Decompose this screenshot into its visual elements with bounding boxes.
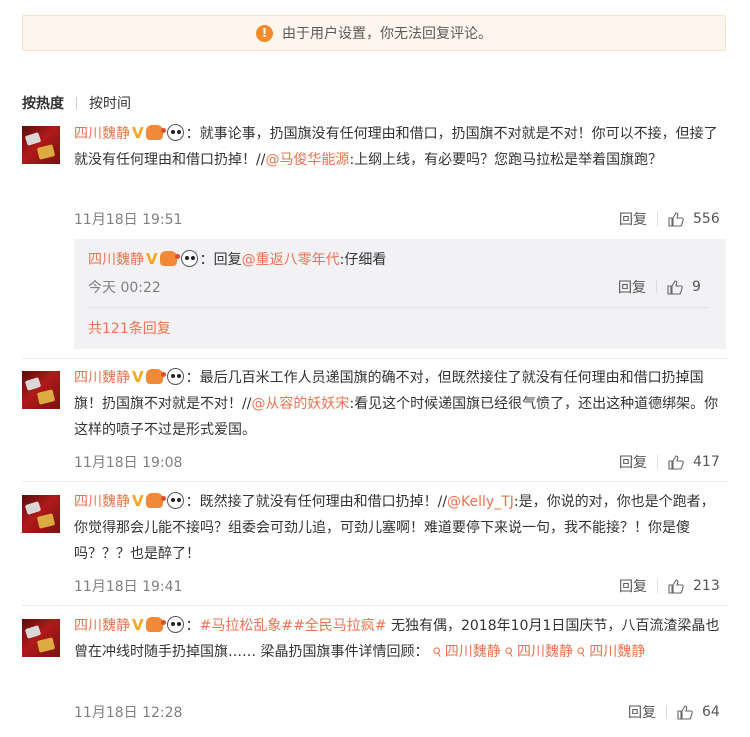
panda-icon: [166, 368, 184, 385]
mention-link[interactable]: @从容的妖妖宋: [251, 396, 349, 412]
like-count: 64: [702, 704, 720, 720]
sort-divider: [76, 96, 77, 110]
user-link[interactable]: 四川魏静: [517, 644, 573, 660]
comment-time: 11月18日 19:08: [74, 455, 183, 471]
username-link[interactable]: 四川魏静: [74, 494, 130, 510]
verified-icon: V: [146, 250, 158, 268]
like-count: 556: [693, 211, 720, 227]
like-count: 9: [692, 279, 701, 295]
like-icon[interactable]: [668, 578, 684, 594]
avatar[interactable]: [22, 619, 60, 657]
avatar[interactable]: [22, 126, 60, 164]
topic-link[interactable]: #全民马拉疯#: [293, 618, 386, 634]
like-icon[interactable]: [668, 454, 684, 470]
reply-button[interactable]: 回复: [619, 576, 647, 596]
verified-icon: V: [132, 124, 144, 142]
badge-icon: [145, 125, 166, 140]
comment-text: 四川魏静 V ：就事论事，扔国旗没有任何理由和借口，扔国旗不对就是不对！你可以不接，…: [74, 120, 726, 173]
verified-icon: V: [132, 368, 144, 386]
comment-actions: 回复 417: [619, 452, 720, 472]
comment-time: 11月18日 12:28: [74, 705, 183, 721]
username-link[interactable]: 四川魏静: [88, 252, 144, 268]
comment-actions: 回复 213: [619, 576, 720, 596]
panda-icon: [180, 250, 198, 267]
badge-icon: [159, 251, 180, 266]
like-count: 417: [693, 454, 720, 470]
mention-link[interactable]: @马俊华能源: [265, 152, 349, 168]
reply-button[interactable]: 回复: [628, 702, 656, 722]
sort-tabs: 按热度 按时间: [22, 93, 131, 113]
comment-time: 11月18日 19:41: [74, 579, 183, 595]
comment-time: 11月18日 19:51: [74, 212, 183, 228]
badge-icon: [145, 617, 166, 632]
warning-icon: !: [256, 24, 273, 42]
more-replies-link[interactable]: 共121条回复: [88, 318, 171, 338]
reply-time: 今天 00:22: [88, 280, 161, 296]
avatar[interactable]: [22, 371, 60, 409]
reply-button[interactable]: 回复: [618, 277, 646, 297]
comment-text: 四川魏静 V ：既然接了就没有任何理由和借口扔掉！//@Kelly_TJ:是，你说的…: [74, 488, 726, 567]
comment-actions: 回复 64: [628, 702, 720, 722]
panda-icon: [166, 124, 184, 141]
badge-icon: [145, 493, 166, 508]
reply-button[interactable]: 回复: [619, 452, 647, 472]
topic-link[interactable]: #马拉松乱象#: [200, 618, 293, 634]
like-icon[interactable]: [667, 279, 683, 295]
verified-icon: V: [132, 616, 144, 634]
comment-text: 四川魏静 V ：最后几百米工作人员递国旗的确不对，但既然接住了就没有任何理由和借口扔…: [74, 364, 726, 443]
notice-text: 由于用户设置，你无法回复评论。: [282, 26, 492, 42]
mention-link[interactable]: @重返八零年代: [242, 252, 340, 268]
like-icon[interactable]: [677, 704, 693, 720]
reply-actions: 回复 9: [618, 277, 701, 297]
panda-icon: [166, 616, 184, 633]
reply-button[interactable]: 回复: [619, 209, 647, 229]
notice-banner: ! 由于用户设置，你无法回复评论。: [22, 15, 726, 51]
comment-actions: 回复 556: [619, 209, 720, 229]
username-link[interactable]: 四川魏静: [74, 618, 130, 634]
comment-text: 四川魏静 V ：#马拉松乱象##全民马拉疯# 无独有偶，2018年10月1日国庆节，…: [74, 612, 726, 665]
username-link[interactable]: 四川魏静: [74, 370, 130, 386]
panda-icon: [166, 492, 184, 509]
verified-icon: V: [132, 492, 144, 510]
like-count: 213: [693, 578, 720, 594]
mention-link[interactable]: @Kelly_TJ: [447, 494, 514, 510]
like-icon[interactable]: [668, 211, 684, 227]
avatar[interactable]: [22, 495, 60, 533]
username-link[interactable]: 四川魏静: [74, 126, 130, 142]
user-link[interactable]: 四川魏静: [445, 644, 501, 660]
sort-by-time-tab[interactable]: 按时间: [89, 93, 131, 113]
user-link[interactable]: 四川魏静: [589, 644, 645, 660]
sort-by-hot-tab[interactable]: 按热度: [22, 93, 64, 113]
reply-text: 四川魏静 V ：回复@重返八零年代:仔细看: [88, 246, 718, 273]
badge-icon: [145, 369, 166, 384]
